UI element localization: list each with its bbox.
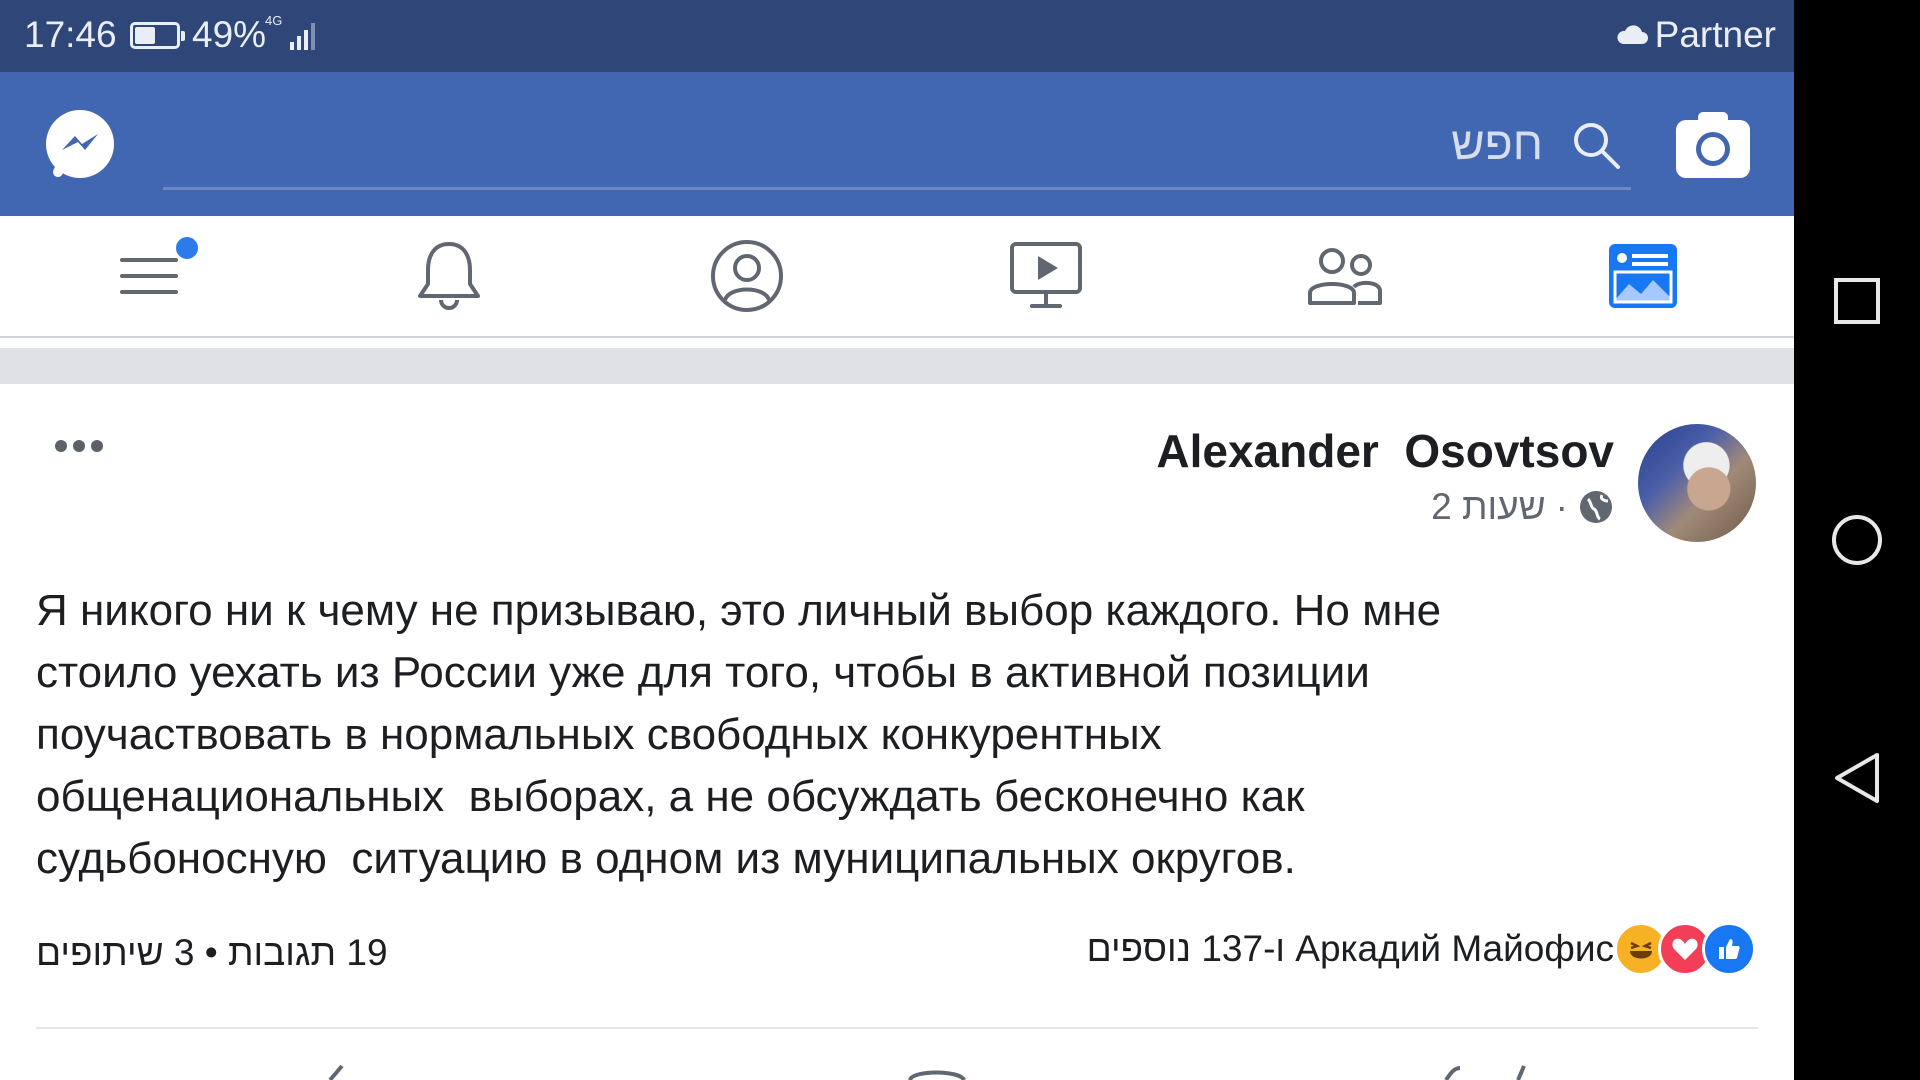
feed-separator	[0, 348, 1794, 384]
reactions-summary[interactable]: Аркадий Майофис ו-137 נוספים	[1087, 922, 1756, 976]
tab-profile[interactable]	[687, 216, 807, 336]
app-header: חפש	[0, 72, 1794, 216]
messenger-icon[interactable]	[44, 108, 116, 180]
signal-icon	[290, 23, 315, 50]
back-triangle-icon	[1835, 753, 1879, 803]
post-author[interactable]: Alexander Osovtsov	[1156, 424, 1614, 478]
author-avatar[interactable]	[1638, 424, 1756, 542]
video-play-icon	[1010, 242, 1082, 308]
search-icon[interactable]	[1571, 120, 1623, 172]
tab-bar	[0, 216, 1794, 338]
reactions-text: Аркадий Майофис ו-137 נוספים	[1086, 928, 1614, 969]
tab-menu[interactable]	[89, 216, 209, 336]
bell-icon	[418, 242, 480, 310]
meta-dot: ·	[1555, 486, 1568, 527]
android-nav-bar	[1794, 0, 1920, 1080]
more-options-icon[interactable]	[55, 437, 111, 455]
home-circle-icon	[1832, 515, 1882, 565]
carrier-name: Partner	[1654, 14, 1776, 55]
battery-level-fill	[135, 27, 155, 44]
tab-watch[interactable]	[986, 216, 1106, 336]
recents-square-icon	[1834, 278, 1880, 324]
post-meta: 2 שעות ·	[1431, 486, 1614, 528]
feed-post: Alexander Osovtsov 2 שעות · Я никого ни …	[0, 384, 1794, 1080]
battery-icon	[130, 22, 185, 49]
profile-icon	[711, 240, 783, 312]
post-divider	[36, 1027, 1758, 1029]
post-actions-peek	[328, 1064, 1526, 1080]
news-feed-icon	[1609, 244, 1677, 308]
search-underline	[163, 187, 1631, 190]
like-icon	[1702, 922, 1756, 976]
post-time[interactable]: 2 שעות	[1431, 486, 1546, 528]
network-type: 4G	[265, 13, 283, 28]
comments-shares-count[interactable]: 19 תגובות • 3 שיתופים	[36, 932, 388, 974]
cloud-icon	[1617, 25, 1648, 44]
back-button[interactable]	[1824, 745, 1890, 811]
tab-friends[interactable]	[1285, 216, 1405, 336]
tab-news-feed[interactable]	[1583, 216, 1703, 336]
camera-icon[interactable]	[1674, 108, 1752, 180]
home-button[interactable]	[1824, 507, 1890, 573]
hamburger-menu-icon	[120, 258, 178, 294]
friends-icon	[1308, 248, 1382, 305]
search-input[interactable]: חפש	[1451, 116, 1543, 170]
post-text: Я никого ни к чему не призываю, это личн…	[36, 586, 1442, 883]
globe-icon	[1580, 491, 1612, 523]
recents-button[interactable]	[1824, 268, 1890, 334]
battery-percent: 49%	[192, 14, 267, 55]
notification-badge	[173, 234, 201, 262]
tab-notifications[interactable]	[389, 216, 509, 336]
status-time: 17:46	[24, 14, 117, 55]
status-bar: 17:46 49% 4G Partner	[0, 0, 1794, 72]
